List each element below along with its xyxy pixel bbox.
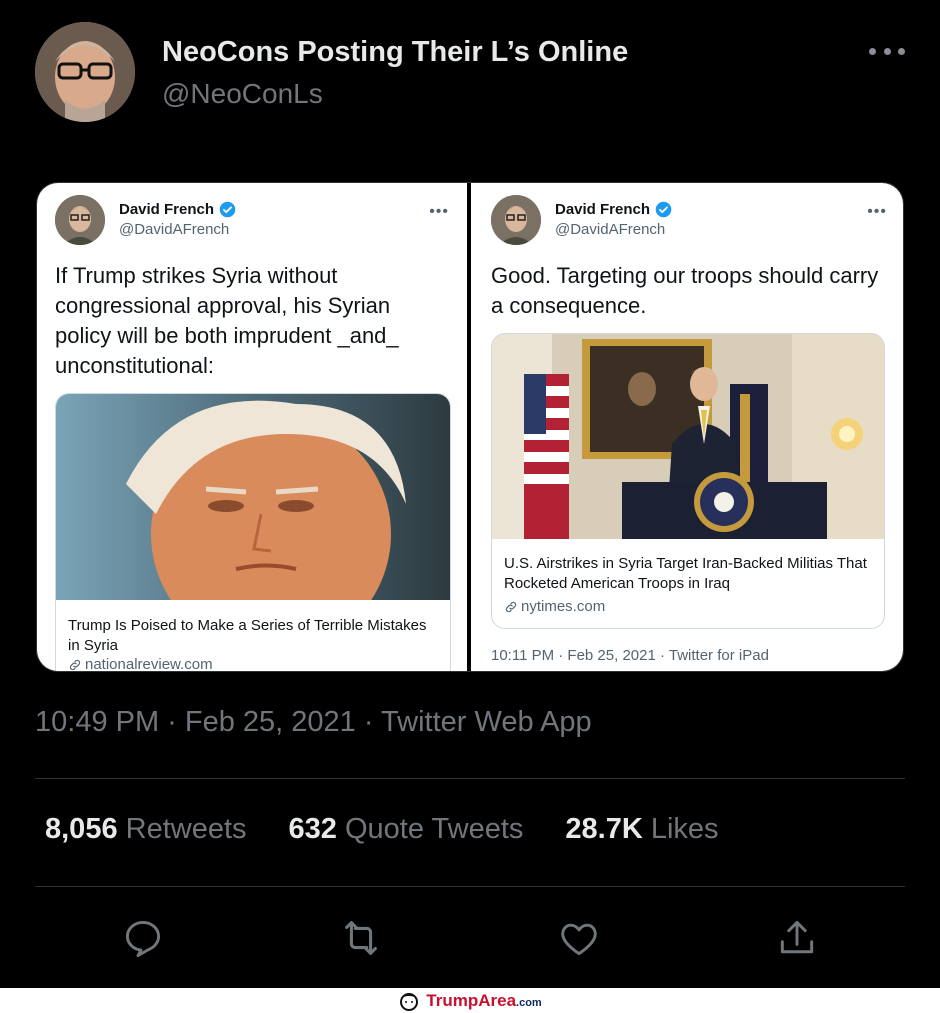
link-card: U.S. Airstrikes in Syria Target Iran-Bac… <box>491 333 885 629</box>
tweet-header: NeoCons Posting Their L’s Online @NeoCon… <box>35 22 905 126</box>
card-domain: nationalreview.com <box>68 656 213 671</box>
card-domain: nytimes.com <box>504 598 605 615</box>
verified-icon <box>655 201 672 218</box>
retweet-icon <box>345 921 377 955</box>
action-bar <box>35 910 905 966</box>
share-icon <box>780 920 814 954</box>
card-title: Trump Is Poised to Make a Series of Terr… <box>68 617 427 654</box>
reply-icon <box>125 920 161 958</box>
more-options-icon: ••• <box>867 203 887 220</box>
link-card: Trump Is Poised to Make a Series of Terr… <box>55 393 451 671</box>
share-button[interactable] <box>769 910 825 966</box>
divider <box>35 886 905 887</box>
retweet-button[interactable] <box>333 910 389 966</box>
display-name[interactable]: NeoCons Posting Their L’s Online <box>162 36 628 69</box>
quote-tweets-stat[interactable]: 632 Quote Tweets <box>289 813 524 846</box>
quoted-tweet-text: Good. Targeting our troops should carry … <box>491 263 879 318</box>
link-icon <box>69 659 81 670</box>
link-icon <box>505 601 517 612</box>
likes-stat[interactable]: 28.7K Likes <box>565 813 718 846</box>
avatar <box>491 195 541 245</box>
divider <box>35 778 905 779</box>
tweet-media[interactable]: David French @DavidAFrench ••• If Trump … <box>36 182 904 672</box>
card-image <box>56 394 450 654</box>
quoted-handle: @DavidAFrench <box>119 221 230 238</box>
retweets-stat[interactable]: 8,056 Retweets <box>45 813 247 846</box>
trumparea-logo-icon <box>400 992 419 1011</box>
quoted-tweet-meta: 10:11 PM · Feb 25, 2021 · Twitter for iP… <box>491 647 769 664</box>
avatar <box>55 195 105 245</box>
more-options-icon: ••• <box>429 203 449 220</box>
watermark-footer: TrumpArea .com <box>0 988 940 1013</box>
card-image <box>492 334 884 539</box>
quoted-handle: @DavidAFrench <box>555 221 666 238</box>
verified-icon <box>219 201 236 218</box>
footer-tld: .com <box>516 996 542 1009</box>
media-image-left[interactable]: David French @DavidAFrench ••• If Trump … <box>37 183 467 671</box>
engagement-stats: 8,056 Retweets 632 Quote Tweets 28.7K Li… <box>45 813 719 846</box>
like-button[interactable] <box>551 910 607 966</box>
card-title: U.S. Airstrikes in Syria Target Iran-Bac… <box>504 555 867 592</box>
avatar[interactable] <box>35 22 135 122</box>
user-handle[interactable]: @NeoConLs <box>162 78 323 110</box>
reply-button[interactable] <box>115 910 171 966</box>
quoted-name: David French <box>555 201 672 218</box>
tweet-timestamp[interactable]: 10:49 PM · Feb 25, 2021 · Twitter Web Ap… <box>35 706 592 739</box>
footer-brand: TrumpArea <box>426 990 517 1010</box>
quoted-name: David French <box>119 201 236 218</box>
media-image-right[interactable]: David French @DavidAFrench ••• Good. Tar… <box>471 183 903 671</box>
like-icon <box>561 923 597 956</box>
quoted-tweet-text: If Trump strikes Syria without congressi… <box>55 263 399 378</box>
more-options-icon[interactable] <box>869 44 905 58</box>
